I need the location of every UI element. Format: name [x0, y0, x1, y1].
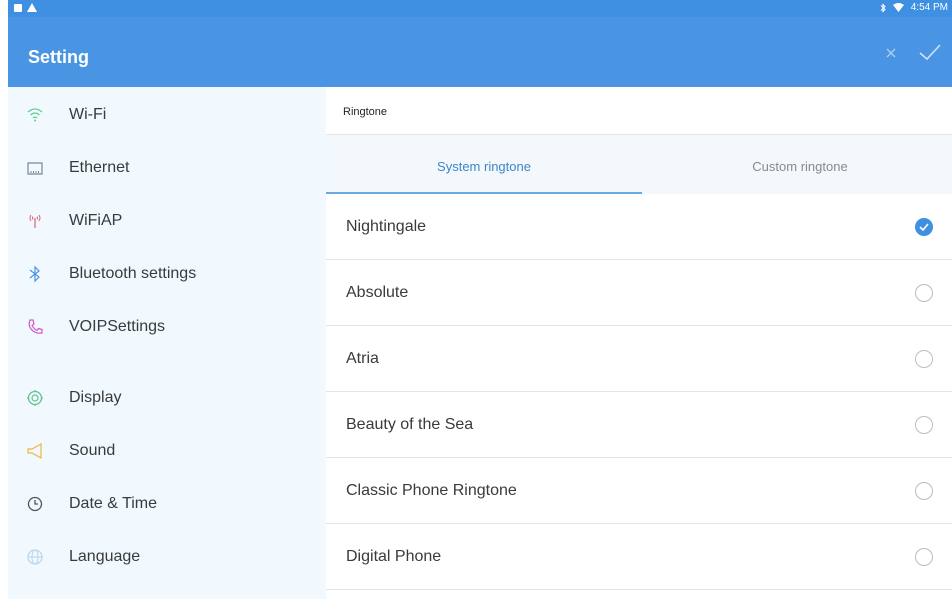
wifi-status-icon: [892, 3, 904, 12]
sidebar-item-datetime[interactable]: Date & Time: [8, 479, 326, 529]
sidebar-item-sound[interactable]: Sound: [8, 426, 326, 476]
sidebar-item-label: Ethernet: [69, 159, 130, 176]
display-icon: [26, 389, 44, 407]
ringtone-name: Beauty of the Sea: [346, 416, 474, 433]
sidebar-item-label: WiFiAP: [69, 212, 123, 229]
notification-icon: [14, 3, 22, 12]
check-icon: [919, 44, 941, 61]
settings-sidebar: Wi-Fi Ethernet WiFiAP Bluetooth settings…: [8, 87, 326, 599]
radio-unchecked[interactable]: [915, 350, 933, 368]
ringtone-tabs: System ringtone Custom ringtone: [326, 135, 952, 194]
panel-title: Ringtone: [343, 106, 388, 118]
sidebar-item-label: Language: [69, 548, 141, 565]
phone-icon: [26, 318, 44, 336]
ringtone-panel: Ringtone System ringtone Custom ringtone…: [326, 87, 952, 599]
ringtone-name: Classic Phone Ringtone: [346, 482, 517, 499]
sidebar-item-display[interactable]: Display: [8, 373, 326, 423]
ringtone-name: Atria: [346, 350, 379, 367]
ringtone-name: Absolute: [346, 284, 409, 301]
hotspot-icon: [26, 212, 44, 230]
list-item[interactable]: Nightingale: [326, 194, 952, 260]
sidebar-item-label: Date & Time: [69, 495, 158, 512]
status-indicators: 4:54 PM: [880, 2, 948, 13]
clock-icon: [26, 495, 44, 513]
close-button[interactable]: [884, 46, 898, 60]
ethernet-icon: [26, 159, 44, 177]
warning-icon: [27, 3, 37, 12]
sidebar-item-label: VOIPSettings: [69, 318, 166, 335]
sidebar-item-wifiap[interactable]: WiFiAP: [8, 196, 326, 246]
radio-unchecked[interactable]: [915, 284, 933, 302]
sidebar-item-label: Display: [69, 389, 122, 406]
wifi-icon: [26, 106, 44, 124]
list-item[interactable]: Absolute: [326, 260, 952, 326]
notification-icons: [14, 3, 37, 12]
sidebar-item-label: Bluetooth settings: [69, 265, 197, 282]
list-item[interactable]: Beauty of the Sea: [326, 392, 952, 458]
confirm-button[interactable]: [918, 42, 942, 62]
bluetooth-icon: [26, 265, 44, 283]
tab-label: Custom ringtone: [752, 159, 848, 174]
list-item[interactable]: Atria: [326, 326, 952, 392]
sidebar-item-language[interactable]: Language: [8, 532, 326, 582]
ringtone-list: Nightingale Absolute Atria Beauty of the…: [326, 194, 952, 590]
radio-unchecked[interactable]: [915, 548, 933, 566]
globe-icon: [26, 548, 44, 566]
tab-system-ringtone[interactable]: System ringtone: [326, 135, 642, 194]
app-bar: Setting: [8, 17, 952, 87]
radio-checked[interactable]: [915, 218, 933, 236]
sidebar-item-ethernet[interactable]: Ethernet: [8, 143, 326, 193]
close-icon: [886, 48, 896, 58]
list-item[interactable]: Classic Phone Ringtone: [326, 458, 952, 524]
check-icon: [919, 223, 929, 231]
sidebar-item-wifi[interactable]: Wi-Fi: [8, 90, 326, 140]
ringtone-name: Digital Phone: [346, 548, 442, 565]
bluetooth-status-icon: [880, 2, 886, 13]
radio-unchecked[interactable]: [915, 416, 933, 434]
sidebar-item-label: Sound: [69, 442, 116, 459]
tab-custom-ringtone[interactable]: Custom ringtone: [642, 135, 952, 194]
sidebar-item-bluetooth[interactable]: Bluetooth settings: [8, 249, 326, 299]
radio-unchecked[interactable]: [915, 482, 933, 500]
sidebar-item-label: Wi-Fi: [69, 106, 107, 123]
device-screen: 4:54 PM Setting Wi-Fi Ethernet WiFiAP Bl…: [8, 0, 952, 599]
speaker-icon: [26, 442, 44, 460]
tab-label: System ringtone: [437, 159, 531, 174]
sidebar-item-voip[interactable]: VOIPSettings: [8, 302, 326, 352]
ringtone-name: Nightingale: [346, 218, 427, 235]
app-title: Setting: [28, 47, 89, 67]
list-item[interactable]: Digital Phone: [326, 524, 952, 590]
panel-header: Ringtone: [326, 87, 952, 135]
status-bar: 4:54 PM: [8, 0, 952, 17]
status-time: 4:54 PM: [910, 2, 948, 13]
